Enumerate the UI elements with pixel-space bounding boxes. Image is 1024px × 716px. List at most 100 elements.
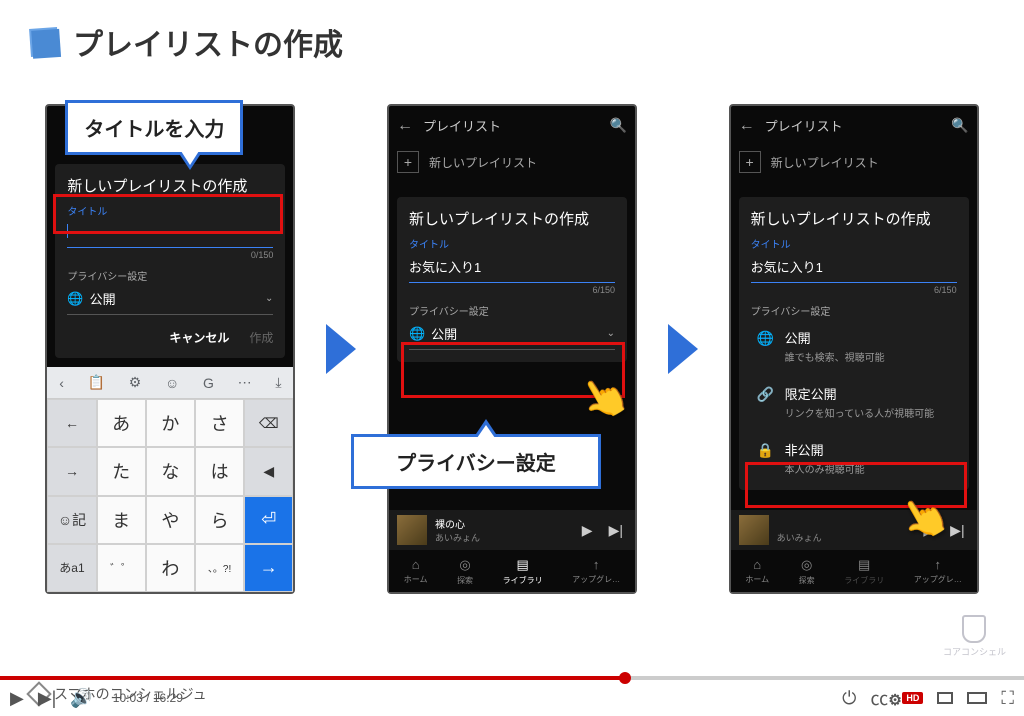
bottom-nav[interactable]: ⌂ホーム ◎探索 ▤ライブラリ ↑アップグレ… bbox=[731, 550, 977, 592]
cancel-button[interactable]: キャンセル bbox=[169, 329, 229, 346]
phone-screen-2: ← プレイリスト 🔍 + 新しいプレイリスト 新しいプレイリストの作成 タイトル… bbox=[387, 104, 637, 594]
time-duration: 16:29 bbox=[153, 691, 183, 705]
kb-tool[interactable]: ⋯ bbox=[238, 374, 252, 391]
volume-button[interactable]: 🔊 bbox=[70, 688, 92, 709]
video-player-controls[interactable]: ▶ ▶| 🔊 10:03 / 16:29 ⏻ ㏄ HD ⛶ bbox=[0, 676, 1024, 716]
nav-label: ホーム bbox=[745, 574, 769, 585]
keyboard-toolbar[interactable]: ‹ 📋 ⚙ ☺ G ⋯ ⤓ bbox=[47, 367, 293, 399]
kb-key[interactable]: あ bbox=[97, 399, 146, 447]
settings-hd-button[interactable]: HD bbox=[902, 692, 923, 704]
play-button[interactable]: ▶ bbox=[10, 688, 24, 709]
privacy-row[interactable]: 🌐 公開 ⌄ bbox=[409, 318, 615, 350]
char-counter: 6/150 bbox=[409, 285, 615, 295]
nav-label: ライブラリ bbox=[503, 575, 543, 586]
nav-home[interactable]: ⌂ホーム bbox=[404, 557, 428, 585]
new-playlist-label: 新しいプレイリスト bbox=[429, 154, 537, 171]
nav-library[interactable]: ▤ライブラリ bbox=[844, 557, 884, 586]
kb-tool[interactable]: G bbox=[203, 375, 214, 391]
privacy-option-private[interactable]: 🔒 非公開 本人のみ視聴可能 bbox=[751, 430, 957, 486]
chevron-down-icon: ⌄ bbox=[607, 328, 615, 339]
nav-home[interactable]: ⌂ホーム bbox=[745, 557, 769, 585]
kb-key[interactable]: ← bbox=[47, 399, 96, 447]
lock-icon: 🔒 bbox=[757, 442, 775, 459]
nav-library[interactable]: ▤ライブラリ bbox=[503, 557, 543, 586]
back-icon[interactable]: ← bbox=[397, 117, 413, 135]
mini-player[interactable]: 裸の心 あいみょん ▶ ▶| bbox=[389, 510, 635, 550]
privacy-row[interactable]: 🌐 公開 ⌄ bbox=[67, 283, 273, 315]
search-icon[interactable]: 🔍 bbox=[610, 117, 627, 134]
kb-key[interactable]: な bbox=[146, 447, 195, 495]
play-icon[interactable]: ▶ bbox=[582, 522, 593, 539]
soft-keyboard[interactable]: ‹ 📋 ⚙ ☺ G ⋯ ⤓ ← あ か さ ⌫ → た な は ◀ ☺記 ま bbox=[47, 367, 293, 592]
option-text: 公開 誰でも検索、視聴可能 bbox=[785, 328, 885, 364]
kb-key[interactable]: か bbox=[146, 399, 195, 447]
slide-header: プレイリストの作成 bbox=[0, 0, 1024, 74]
create-playlist-modal: 新しいプレイリストの作成 タイトル 0/150 プライバシー設定 🌐 公開 ⌄ … bbox=[55, 164, 285, 358]
theater-button[interactable] bbox=[967, 688, 987, 709]
kb-key-emoji[interactable]: ☺記 bbox=[47, 496, 96, 544]
nav-explore[interactable]: ◎探索 bbox=[457, 557, 473, 586]
progress-thumb[interactable] bbox=[619, 672, 631, 684]
artist-name: あいみょん bbox=[435, 531, 570, 544]
kb-key[interactable]: さ bbox=[195, 399, 244, 447]
title-input[interactable] bbox=[67, 220, 273, 248]
search-icon[interactable]: 🔍 bbox=[951, 117, 968, 134]
nav-upgrade[interactable]: ↑アップグレ… bbox=[572, 557, 620, 585]
kb-key[interactable]: ◀ bbox=[244, 447, 293, 495]
kb-key[interactable]: わ bbox=[146, 544, 195, 592]
kb-tool[interactable]: 📋 bbox=[88, 374, 105, 391]
progress-bar[interactable] bbox=[0, 676, 1024, 680]
plus-icon: + bbox=[739, 151, 761, 173]
kb-tool[interactable]: ‹ bbox=[59, 375, 64, 391]
kb-key-switch[interactable]: あa1 bbox=[47, 544, 96, 592]
song-title: 裸の心 bbox=[435, 516, 570, 531]
kb-key-enter[interactable]: ⏎ bbox=[244, 496, 293, 544]
kb-tool[interactable]: ☺ bbox=[165, 375, 179, 391]
bottom-nav[interactable]: ⌂ホーム ◎探索 ▤ライブラリ ↑アップグレ… bbox=[389, 550, 635, 592]
nav-upgrade[interactable]: ↑アップグレ… bbox=[914, 557, 962, 585]
kb-tool[interactable]: ⤓ bbox=[275, 374, 281, 391]
keyboard-grid[interactable]: ← あ か さ ⌫ → た な は ◀ ☺記 ま や ら ⏎ あa1 ゛゜ わ … bbox=[47, 399, 293, 592]
kb-tool[interactable]: ⚙ bbox=[129, 374, 142, 391]
privacy-label: プライバシー設定 bbox=[67, 268, 273, 283]
new-playlist-row[interactable]: + 新しいプレイリスト bbox=[389, 145, 635, 179]
privacy-label: プライバシー設定 bbox=[409, 303, 615, 318]
privacy-option-public[interactable]: 🌐 公開 誰でも検索、視聴可能 bbox=[751, 318, 957, 374]
next-icon[interactable]: ▶| bbox=[609, 522, 623, 539]
corner-brand: コアコンシェル bbox=[943, 615, 1006, 658]
option-text: 非公開 本人のみ視聴可能 bbox=[785, 440, 865, 476]
privacy-value: 公開 bbox=[90, 289, 265, 308]
kb-key[interactable]: ゛゜ bbox=[97, 544, 146, 592]
title-input[interactable]: お気に入り1 bbox=[409, 253, 615, 283]
callout-label: タイトルを入力 bbox=[84, 119, 224, 141]
privacy-option-unlisted[interactable]: 🔗 限定公開 リンクを知っている人が視聴可能 bbox=[751, 374, 957, 430]
controls-right: ⏻ ㏄ HD ⛶ bbox=[842, 685, 1014, 711]
nav-explore[interactable]: ◎探索 bbox=[799, 557, 815, 586]
kb-key[interactable]: → bbox=[47, 447, 96, 495]
nav-label: アップグレ… bbox=[914, 574, 962, 585]
miniplayer-button[interactable] bbox=[937, 688, 953, 709]
option-desc: リンクを知っている人が視聴可能 bbox=[785, 405, 935, 420]
kb-key[interactable]: た bbox=[97, 447, 146, 495]
kb-key-go[interactable]: → bbox=[244, 544, 293, 592]
create-button[interactable]: 作成 bbox=[249, 329, 273, 346]
new-playlist-row[interactable]: + 新しいプレイリスト bbox=[731, 145, 977, 179]
kb-key[interactable]: は bbox=[195, 447, 244, 495]
arrow-right-icon bbox=[326, 324, 356, 374]
kb-key-backspace[interactable]: ⌫ bbox=[244, 399, 293, 447]
title-input[interactable]: お気に入り1 bbox=[751, 253, 957, 283]
fullscreen-button[interactable]: ⛶ bbox=[1001, 688, 1014, 709]
kb-key[interactable]: ま bbox=[97, 496, 146, 544]
autoplay-toggle[interactable]: ⏻ bbox=[842, 688, 856, 709]
track-info: 裸の心 あいみょん bbox=[435, 516, 570, 544]
title-field-label: タイトル bbox=[67, 203, 273, 218]
captions-button[interactable]: ㏄ bbox=[870, 685, 888, 711]
back-icon[interactable]: ← bbox=[739, 117, 755, 135]
next-button[interactable]: ▶| bbox=[38, 688, 57, 709]
time-current: 10:03 bbox=[113, 691, 143, 705]
kb-key[interactable]: ら bbox=[195, 496, 244, 544]
callout-privacy: プライバシー設定 bbox=[351, 434, 601, 489]
kb-key[interactable]: 、。?! bbox=[195, 544, 244, 592]
kb-key[interactable]: や bbox=[146, 496, 195, 544]
phone-top-bar: ← プレイリスト 🔍 bbox=[389, 106, 635, 145]
